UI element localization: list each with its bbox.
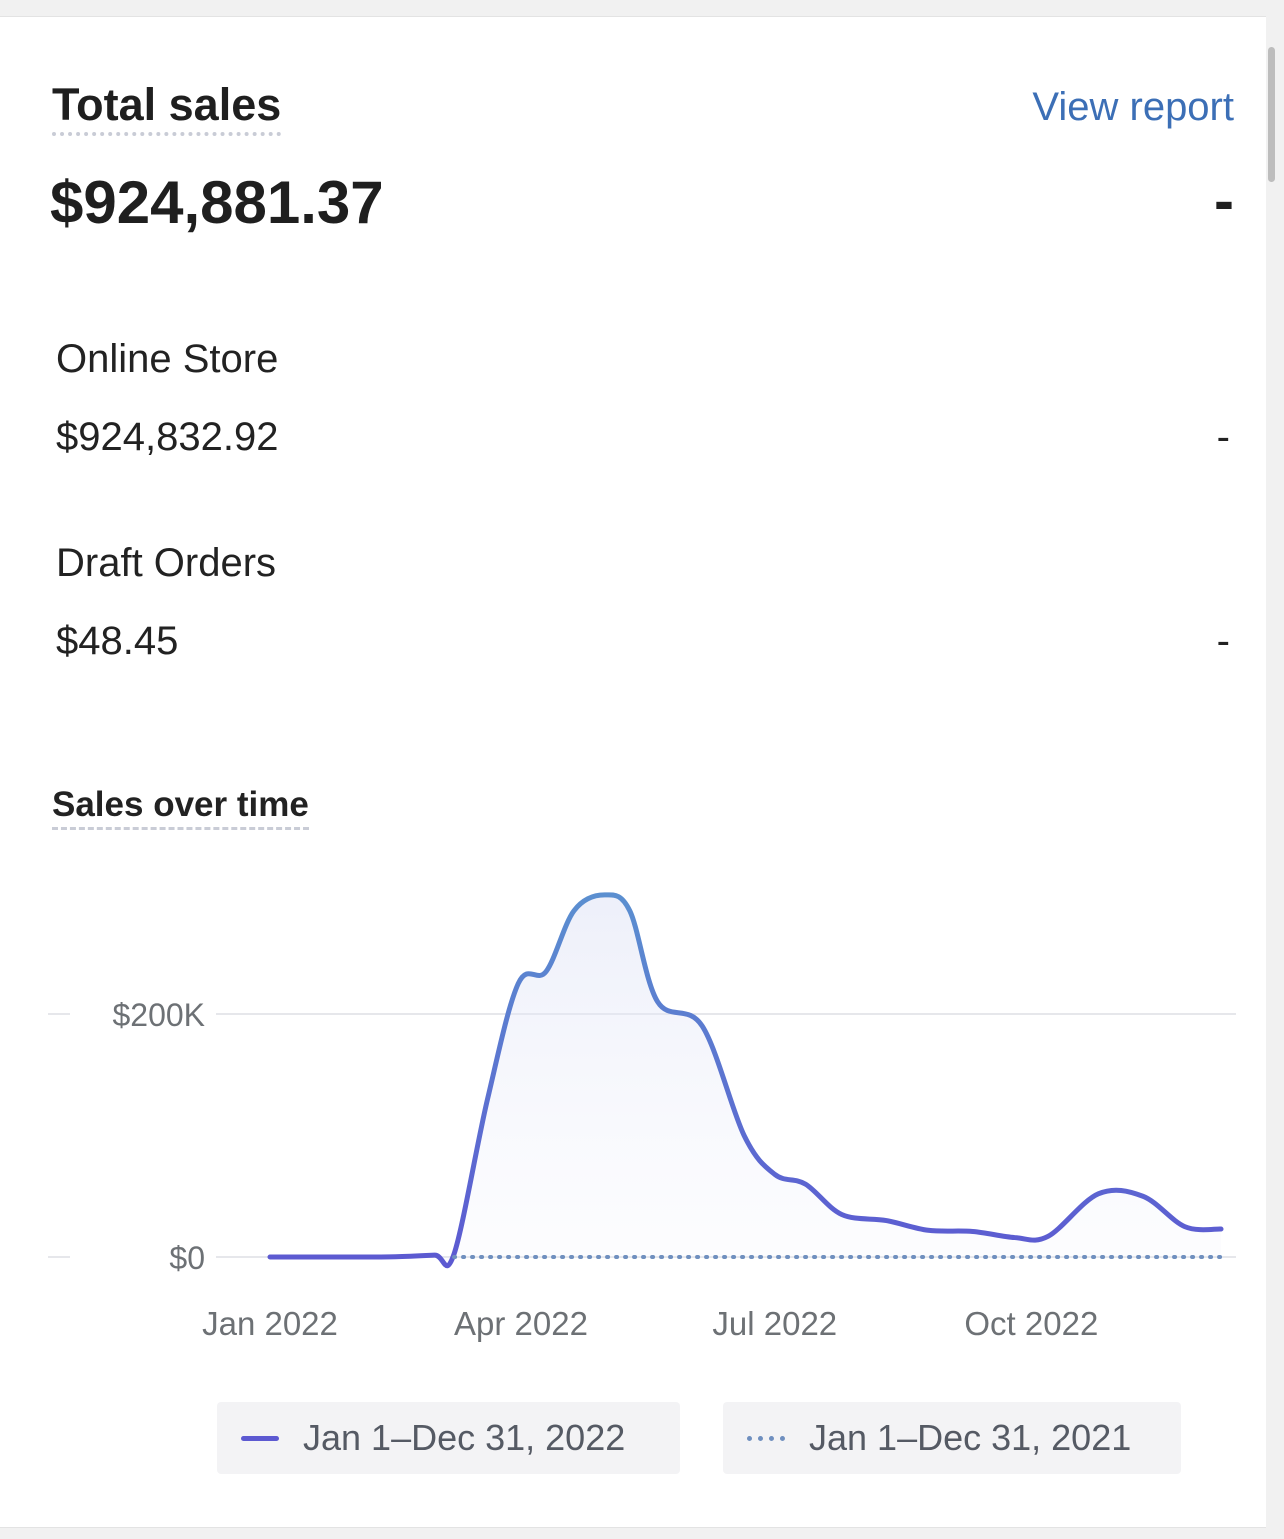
solid-line-swatch-icon: [241, 1435, 279, 1441]
x-tick-label: Jan 2022: [202, 1305, 338, 1342]
scrollbar-thumb[interactable]: [1268, 47, 1275, 182]
channel-name-online-store: Online Store: [56, 337, 279, 381]
view-report-link[interactable]: View report: [1032, 84, 1234, 130]
total-sales-value: $924,881.37: [50, 169, 384, 236]
x-tick-label: Oct 2022: [964, 1305, 1098, 1342]
sales-over-time-chart: $0 $200K Jan 2022 Apr 2022 Jul 2022 Oct 2022: [48, 892, 1236, 1342]
channel-change-online-store: -: [1216, 415, 1230, 459]
total-sales-change: -: [1214, 167, 1234, 234]
legend-item-2021[interactable]: Jan 1–Dec 31, 2021: [723, 1402, 1181, 1474]
chart-title[interactable]: Sales over time: [52, 785, 309, 830]
channel-value-online-store: $924,832.92: [56, 415, 279, 459]
channel-value-draft-orders: $48.45: [56, 619, 179, 663]
legend-label-2022: Jan 1–Dec 31, 2022: [303, 1417, 626, 1458]
channel-name-draft-orders: Draft Orders: [56, 541, 277, 585]
y-tick-label: $200K: [112, 997, 205, 1033]
legend-item-2022[interactable]: Jan 1–Dec 31, 2022: [217, 1402, 680, 1474]
channel-change-draft-orders: -: [1216, 619, 1230, 663]
x-tick-label: Jul 2022: [712, 1305, 837, 1342]
x-tick-label: Apr 2022: [454, 1305, 588, 1342]
y-tick-label: $0: [169, 1240, 205, 1276]
card-title[interactable]: Total sales: [52, 80, 282, 136]
legend-label-2021: Jan 1–Dec 31, 2021: [809, 1417, 1132, 1458]
dotted-line-swatch-icon: [747, 1435, 785, 1441]
